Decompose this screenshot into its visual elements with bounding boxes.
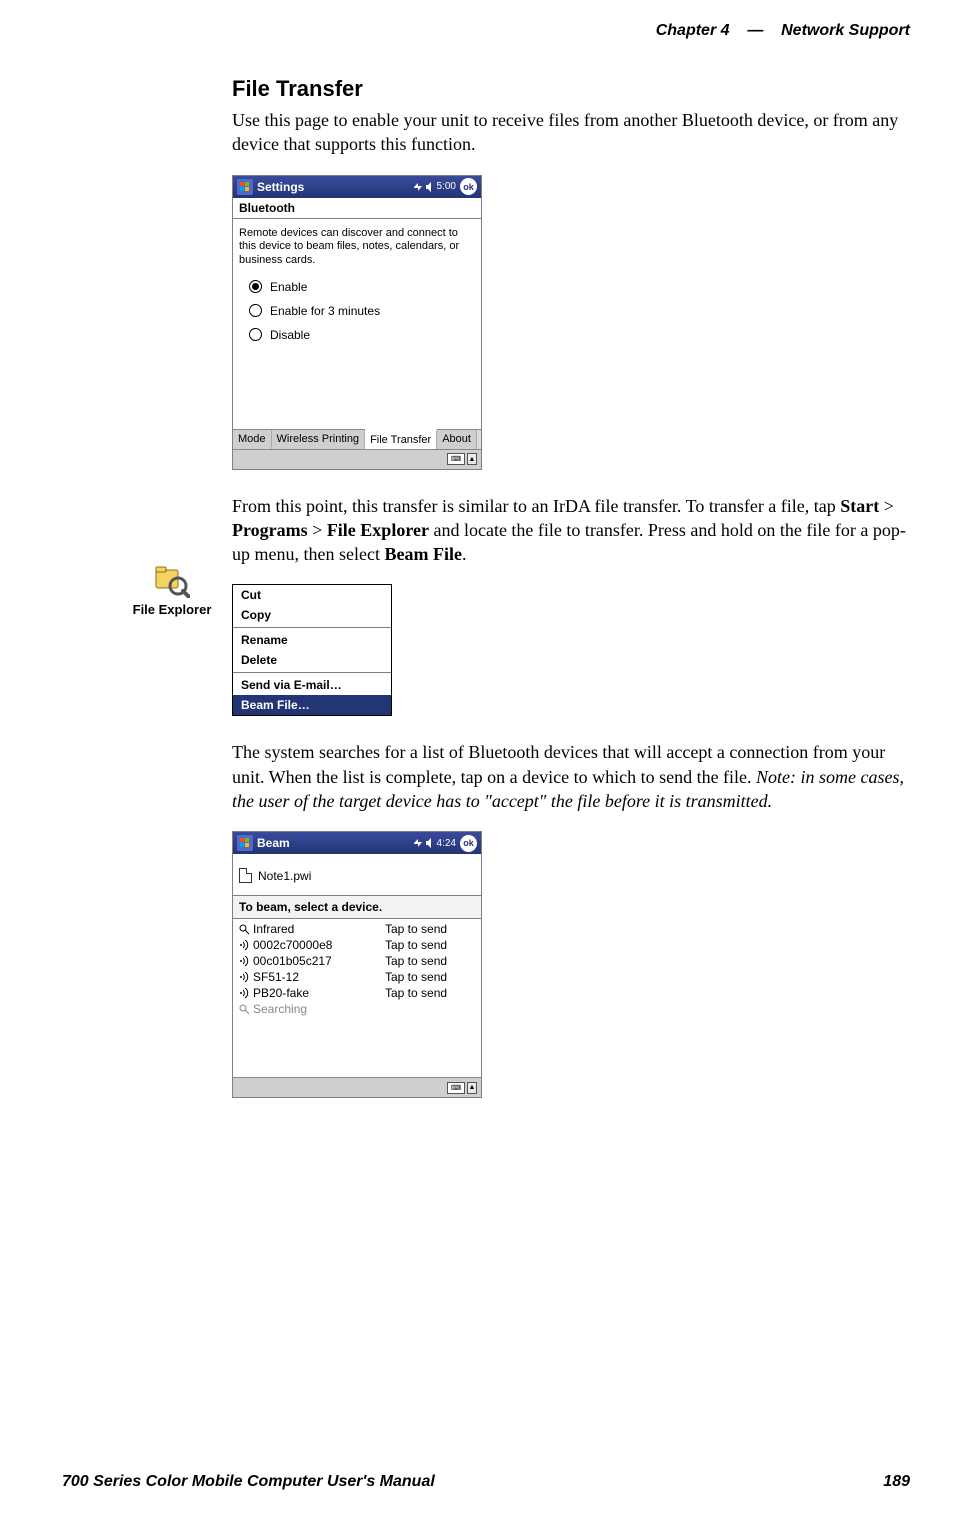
radio-enable[interactable]: Enable	[249, 280, 475, 294]
tab-about[interactable]: About	[437, 430, 477, 449]
beam-filename-row: Note1.pwi	[233, 854, 481, 895]
beam-row[interactable]: SF51-12 Tap to send	[239, 969, 475, 985]
beam-row[interactable]: PB20-fake Tap to send	[239, 985, 475, 1001]
status-icons: 4:24	[413, 838, 456, 849]
section-title: File Transfer	[232, 76, 910, 102]
clock: 5:00	[437, 181, 456, 192]
radio-icon	[249, 280, 262, 293]
menu-item-cut[interactable]: Cut	[233, 585, 391, 605]
device-action: Tap to send	[385, 970, 475, 984]
beam-row[interactable]: Infrared Tap to send	[239, 921, 475, 937]
device-name: 0002c70000e8	[253, 938, 385, 952]
device-name: SF51-12	[253, 970, 385, 984]
search-icon	[239, 924, 253, 935]
signal-icon	[239, 956, 253, 967]
radio-icon	[249, 304, 262, 317]
clock: 4:24	[437, 838, 456, 849]
signal-icon	[239, 940, 253, 951]
speaker-icon	[426, 182, 434, 192]
menu-separator	[233, 627, 391, 628]
device-action: Tap to send	[385, 922, 475, 936]
beam-title: Beam	[257, 836, 409, 850]
beam-filename: Note1.pwi	[258, 869, 311, 883]
settings-screenshot: Settings 5:00 ok Bluetooth Remote device…	[232, 175, 482, 470]
menu-item-delete[interactable]: Delete	[233, 650, 391, 670]
beam-search-paragraph: The system searches for a list of Blueto…	[232, 740, 910, 813]
windows-icon	[237, 179, 253, 195]
keyboard-icon[interactable]: ⌨	[447, 453, 465, 465]
beam-titlebar: Beam 4:24 ok	[233, 832, 481, 854]
context-menu: Cut Copy Rename Delete Send via E-mail… …	[232, 584, 392, 716]
radio-label: Enable for 3 minutes	[270, 304, 380, 318]
beam-row[interactable]: 00c01b05c217 Tap to send	[239, 953, 475, 969]
settings-titlebar: Settings 5:00 ok	[233, 176, 481, 198]
menu-separator	[233, 672, 391, 673]
ok-button[interactable]: ok	[460, 178, 477, 195]
device-name: 00c01b05c217	[253, 954, 385, 968]
beam-footer: ⌨ ▲	[233, 1077, 481, 1097]
file-explorer-label: File Explorer	[122, 602, 222, 617]
radio-label: Enable	[270, 280, 307, 294]
bluetooth-description: Remote devices can discover and connect …	[239, 227, 475, 268]
windows-icon	[237, 835, 253, 851]
radio-disable[interactable]: Disable	[249, 328, 475, 342]
file-icon	[239, 868, 252, 883]
radio-label: Disable	[270, 328, 310, 342]
search-icon	[239, 1004, 253, 1015]
up-arrow-icon[interactable]: ▲	[467, 1082, 477, 1094]
beam-row-searching: Searching	[239, 1001, 475, 1017]
searching-label: Searching	[253, 1002, 385, 1016]
tab-wireless-printing[interactable]: Wireless Printing	[272, 430, 366, 449]
ok-button[interactable]: ok	[460, 835, 477, 852]
beam-device-list: Infrared Tap to send 0002c70000e8 Tap to…	[233, 919, 481, 1077]
speaker-icon	[426, 838, 434, 848]
radio-icon	[249, 328, 262, 341]
radio-enable-3min[interactable]: Enable for 3 minutes	[249, 304, 475, 318]
device-action: Tap to send	[385, 954, 475, 968]
menu-item-rename[interactable]: Rename	[233, 630, 391, 650]
device-name: PB20-fake	[253, 986, 385, 1000]
menu-item-beam-file[interactable]: Beam File…	[233, 695, 391, 715]
signal-icon	[239, 972, 253, 983]
settings-title: Settings	[257, 180, 409, 194]
menu-item-send-email[interactable]: Send via E-mail…	[233, 675, 391, 695]
beam-list-header: To beam, select a device.	[233, 895, 481, 919]
manual-title: 700 Series Color Mobile Computer User's …	[62, 1473, 435, 1491]
keyboard-icon[interactable]: ⌨	[447, 1082, 465, 1094]
device-action: Tap to send	[385, 986, 475, 1000]
page-number: 189	[883, 1473, 910, 1491]
device-action: Tap to send	[385, 938, 475, 952]
beam-screenshot: Beam 4:24 ok Note1.pwi To beam, select a…	[232, 831, 482, 1098]
settings-footer: ⌨ ▲	[233, 449, 481, 469]
page-footer: 700 Series Color Mobile Computer User's …	[62, 1473, 910, 1491]
status-icons: 5:00	[413, 181, 456, 192]
signal-icon	[239, 988, 253, 999]
tab-mode[interactable]: Mode	[233, 430, 272, 449]
file-explorer-paragraph: From this point, this transfer is simila…	[232, 494, 910, 567]
header-sep: —	[747, 22, 763, 39]
chapter-title: Network Support	[781, 22, 910, 39]
up-arrow-icon[interactable]: ▲	[467, 453, 477, 465]
connectivity-icon	[413, 838, 423, 848]
tab-file-transfer[interactable]: File Transfer	[365, 429, 437, 449]
intro-paragraph: Use this page to enable your unit to rec…	[232, 108, 910, 157]
bluetooth-subhead: Bluetooth	[233, 198, 481, 219]
beam-row[interactable]: 0002c70000e8 Tap to send	[239, 937, 475, 953]
settings-tabs: Mode Wireless Printing File Transfer Abo…	[233, 429, 481, 449]
menu-item-copy[interactable]: Copy	[233, 605, 391, 625]
device-name: Infrared	[253, 922, 385, 936]
file-explorer-icon-block: File Explorer	[122, 562, 222, 617]
chapter-number: Chapter 4	[656, 22, 730, 39]
page-header: Chapter 4 — Network Support	[62, 22, 910, 40]
connectivity-icon	[413, 182, 423, 192]
file-explorer-icon	[154, 562, 190, 598]
